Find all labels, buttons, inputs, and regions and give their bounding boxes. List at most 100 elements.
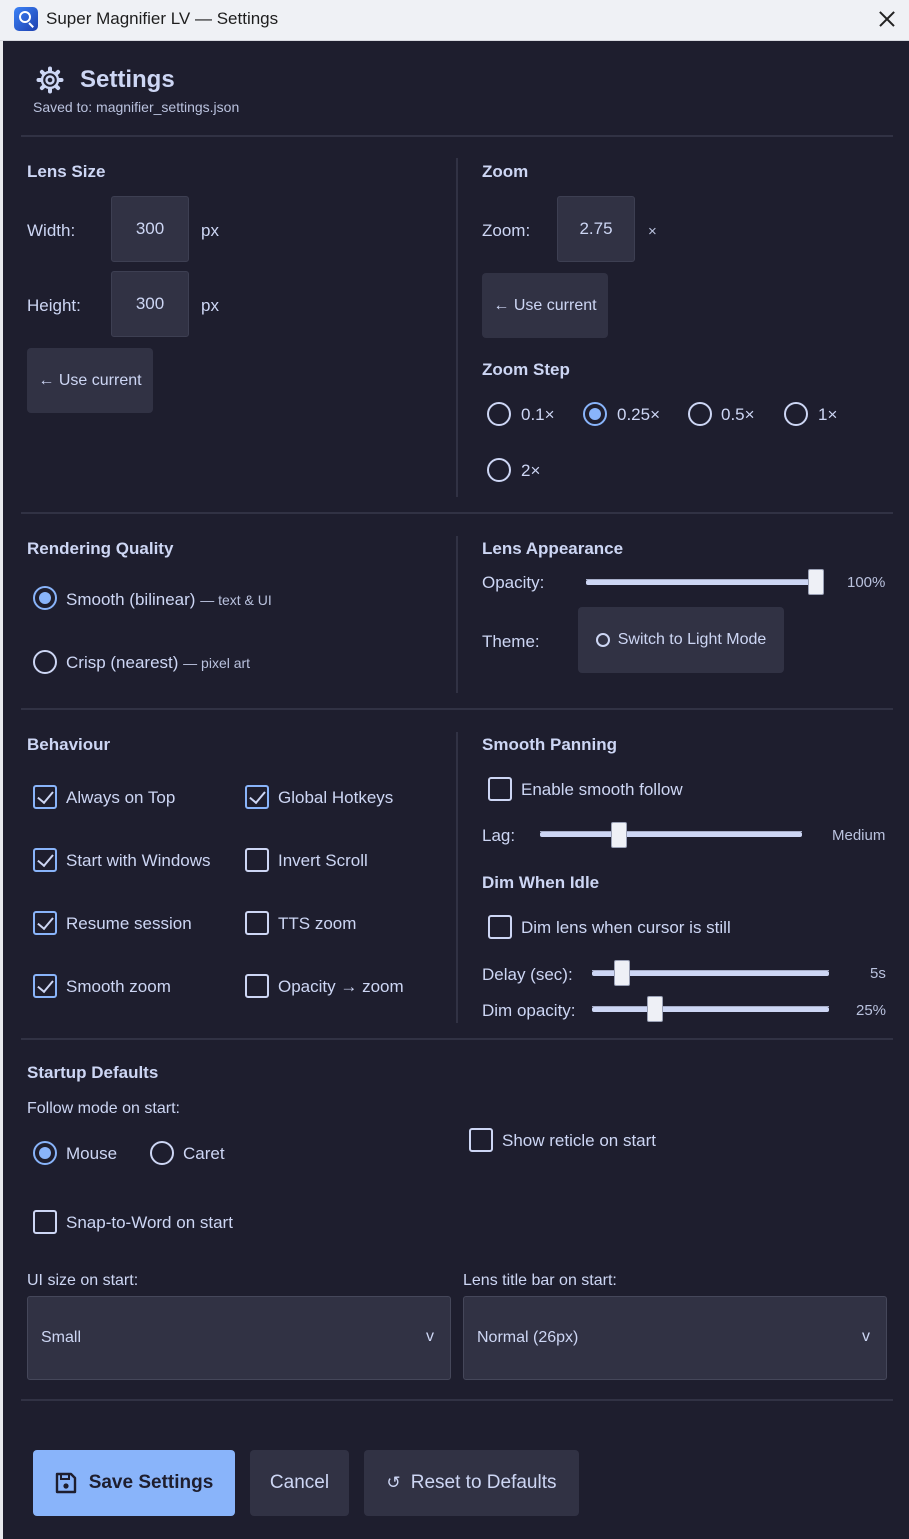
always-on-top-checkbox[interactable] bbox=[33, 785, 57, 809]
zoom-heading: Zoom bbox=[482, 162, 529, 181]
smooth-bilinear-radio[interactable] bbox=[33, 586, 57, 610]
tts-zoom-label: TTS zoom bbox=[278, 914, 357, 933]
snap-to-word-label: Snap-to-Word on start bbox=[66, 1213, 233, 1232]
lens-appearance-heading: Lens Appearance bbox=[482, 539, 624, 558]
lens-size-heading: Lens Size bbox=[27, 162, 106, 181]
start-with-windows-checkbox[interactable] bbox=[33, 848, 57, 872]
divider bbox=[456, 158, 458, 497]
opacity-zoom-label: Opacity → zoom bbox=[278, 977, 404, 996]
opacity-zoom-checkbox[interactable] bbox=[245, 974, 269, 998]
window-titlebar: Super Magnifier LV — Settings bbox=[0, 0, 909, 41]
height-input[interactable]: 300 bbox=[111, 271, 189, 337]
invert-scroll-checkbox[interactable] bbox=[245, 848, 269, 872]
delay-value: 5s bbox=[870, 965, 886, 982]
title-bar-value: Normal (26px) bbox=[477, 1329, 579, 1346]
width-unit: px bbox=[201, 221, 219, 240]
behaviour-heading: Behaviour bbox=[27, 735, 111, 754]
zoom-step-label: 2× bbox=[521, 461, 541, 480]
ui-size-value: Small bbox=[41, 1329, 82, 1346]
snap-to-word-checkbox[interactable] bbox=[33, 1210, 57, 1234]
lag-slider-track[interactable] bbox=[540, 831, 802, 837]
dim-lens-checkbox[interactable] bbox=[488, 915, 512, 939]
dim-opacity-slider-thumb[interactable] bbox=[647, 996, 664, 1022]
divider bbox=[21, 512, 893, 514]
ui-size-select[interactable]: Small v bbox=[27, 1296, 451, 1380]
dim-opacity-slider-track[interactable] bbox=[592, 1006, 829, 1012]
always-on-top-label: Always on Top bbox=[66, 788, 176, 807]
lag-label: Lag: bbox=[482, 826, 516, 845]
page-title: Settings bbox=[80, 66, 175, 93]
enable-smooth-follow-checkbox[interactable] bbox=[488, 777, 512, 801]
switch-theme-label: Switch to Light Mode bbox=[617, 631, 767, 648]
ui-size-label: UI size on start: bbox=[27, 1272, 139, 1289]
delay-slider-thumb[interactable] bbox=[614, 960, 631, 986]
smooth-panning-heading: Smooth Panning bbox=[482, 735, 618, 754]
follow-caret-label: Caret bbox=[183, 1144, 225, 1163]
reset-defaults-label: Reset to Defaults bbox=[410, 1472, 557, 1493]
chevron-down-icon: v bbox=[862, 1328, 870, 1345]
tts-zoom-checkbox[interactable] bbox=[245, 911, 269, 935]
resume-session-label: Resume session bbox=[66, 914, 192, 933]
close-icon[interactable] bbox=[873, 5, 901, 33]
dim-lens-label: Dim lens when cursor is still bbox=[521, 918, 731, 937]
zoom-step-radio-2[interactable] bbox=[487, 458, 511, 482]
opacity-value: 100% bbox=[847, 574, 886, 591]
resume-session-checkbox[interactable] bbox=[33, 911, 57, 935]
zoom-input[interactable]: 2.75 bbox=[557, 196, 635, 262]
zoom-step-label: 1× bbox=[818, 405, 838, 424]
window-edge bbox=[0, 41, 3, 1539]
follow-mode-label: Follow mode on start: bbox=[27, 1100, 180, 1117]
zoom-use-current-button[interactable]: ← Use current bbox=[482, 273, 608, 338]
saved-path-label: Saved to: magnifier_settings.json bbox=[33, 99, 240, 115]
lag-slider-thumb[interactable] bbox=[611, 822, 628, 848]
zoom-label: Zoom: bbox=[482, 221, 531, 240]
height-unit: px bbox=[201, 296, 219, 315]
divider bbox=[456, 732, 458, 1023]
follow-caret-radio[interactable] bbox=[150, 1141, 174, 1165]
show-reticle-checkbox[interactable] bbox=[469, 1128, 493, 1152]
title-bar-select[interactable]: Normal (26px) v bbox=[463, 1296, 887, 1380]
title-bar-label: Lens title bar on start: bbox=[463, 1272, 617, 1289]
zoom-step-label: 0.5× bbox=[721, 405, 755, 424]
window-title: Super Magnifier LV — Settings bbox=[46, 9, 279, 28]
magnifier-app-icon bbox=[14, 7, 38, 31]
lag-value: Medium bbox=[832, 827, 886, 844]
dim-opacity-label: Dim opacity: bbox=[482, 1001, 576, 1020]
cancel-button[interactable]: Cancel bbox=[250, 1450, 349, 1516]
reset-icon: ↺ bbox=[386, 1473, 401, 1492]
gear-icon bbox=[36, 66, 64, 94]
divider bbox=[456, 536, 458, 693]
reset-defaults-button[interactable]: ↺ Reset to Defaults bbox=[364, 1450, 579, 1516]
divider bbox=[21, 1399, 893, 1401]
theme-toggle-icon bbox=[595, 633, 610, 647]
zoom-step-radio-0-1[interactable] bbox=[487, 402, 511, 426]
divider bbox=[21, 708, 893, 710]
opacity-label: Opacity: bbox=[482, 573, 545, 592]
delay-label: Delay (sec): bbox=[482, 965, 573, 984]
divider bbox=[21, 135, 893, 137]
show-reticle-label: Show reticle on start bbox=[502, 1131, 657, 1150]
zoom-step-radio-0-25[interactable] bbox=[583, 402, 607, 426]
crisp-nearest-radio[interactable] bbox=[33, 650, 57, 674]
zoom-step-label: 0.25× bbox=[617, 405, 661, 424]
height-label: Height: bbox=[27, 296, 81, 315]
zoom-step-radio-1[interactable] bbox=[784, 402, 808, 426]
chevron-down-icon: v bbox=[426, 1328, 434, 1345]
zoom-step-radio-0-5[interactable] bbox=[688, 402, 712, 426]
global-hotkeys-checkbox[interactable] bbox=[245, 785, 269, 809]
start-with-windows-label: Start with Windows bbox=[66, 851, 211, 870]
opacity-slider-track[interactable] bbox=[586, 579, 820, 585]
divider bbox=[21, 1038, 893, 1040]
switch-theme-button[interactable]: Switch to Light Mode bbox=[578, 607, 784, 673]
lens-use-current-button[interactable]: ← Use current bbox=[27, 348, 153, 413]
enable-smooth-follow-label: Enable smooth follow bbox=[521, 780, 683, 799]
smooth-zoom-checkbox[interactable] bbox=[33, 974, 57, 998]
save-settings-button[interactable]: Save Settings bbox=[33, 1450, 235, 1516]
zoom-unit: × bbox=[648, 223, 657, 240]
follow-mouse-radio[interactable] bbox=[33, 1141, 57, 1165]
smooth-zoom-label: Smooth zoom bbox=[66, 977, 171, 996]
dim-when-idle-heading: Dim When Idle bbox=[482, 873, 600, 892]
opacity-slider-thumb[interactable] bbox=[808, 569, 824, 595]
width-input[interactable]: 300 bbox=[111, 196, 189, 262]
crisp-nearest-label: Crisp (nearest) — pixel art bbox=[66, 653, 251, 672]
